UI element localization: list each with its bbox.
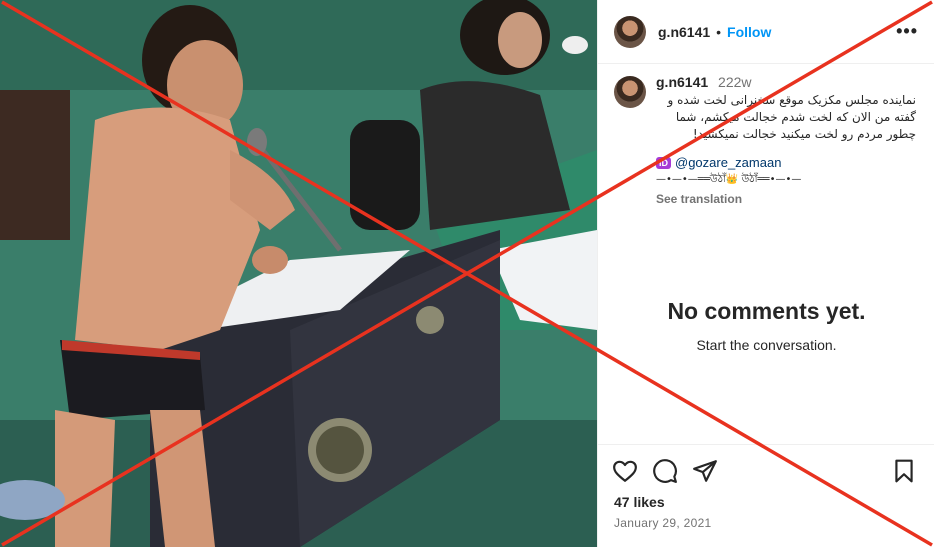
id-icon: ID (656, 156, 671, 169)
post-date[interactable]: January 29, 2021 (598, 510, 934, 530)
share-icon[interactable] (692, 458, 718, 484)
caption: g.n6141 222w نماینده مجلس مکزیک موقع سخن… (598, 64, 934, 206)
caption-username[interactable]: g.n6141 (656, 74, 708, 90)
more-options-icon[interactable]: ••• (896, 21, 918, 42)
post-photo[interactable] (0, 0, 597, 547)
see-translation-link[interactable]: See translation (656, 192, 916, 206)
mention-link[interactable]: @gozare_zamaan (675, 155, 781, 170)
likes-count[interactable]: 47 likes (598, 484, 934, 510)
post-header: g.n6141 • Follow ••• (598, 0, 934, 64)
caption-text: نماینده مجلس مکزیک موقع سخنرانی لخت شده … (667, 93, 916, 141)
empty-comments-subtitle: Start the conversation. (696, 337, 837, 353)
caption-decoration: —•—•—══উঠাঁ👑 উঠাঁ══•—•— (656, 174, 802, 185)
post-actions: 47 likes January 29, 2021 (598, 444, 934, 547)
caption-mention-row: ID @gozare_zamaan (656, 155, 916, 170)
caption-avatar[interactable] (614, 76, 646, 108)
avatar[interactable] (614, 15, 646, 48)
bookmark-icon[interactable] (891, 458, 917, 484)
photo-illustration (0, 0, 597, 547)
empty-comments: No comments yet. Start the conversation. (598, 298, 934, 353)
separator-dot: • (716, 23, 722, 40)
comment-icon[interactable] (652, 458, 678, 484)
follow-button[interactable]: Follow (727, 24, 771, 40)
caption-meta: g.n6141 222w (656, 74, 916, 90)
empty-comments-title: No comments yet. (667, 298, 866, 324)
header-username[interactable]: g.n6141 (658, 24, 710, 40)
post-modal: g.n6141 • Follow ••• g.n6141 222w نمایند… (0, 0, 934, 547)
caption-body: g.n6141 222w نماینده مجلس مکزیک موقع سخن… (656, 74, 916, 206)
caption-age[interactable]: 222w (718, 74, 751, 90)
action-icons (598, 445, 934, 484)
post-side-panel: g.n6141 • Follow ••• g.n6141 222w نمایند… (597, 0, 934, 547)
heart-icon[interactable] (612, 458, 638, 484)
